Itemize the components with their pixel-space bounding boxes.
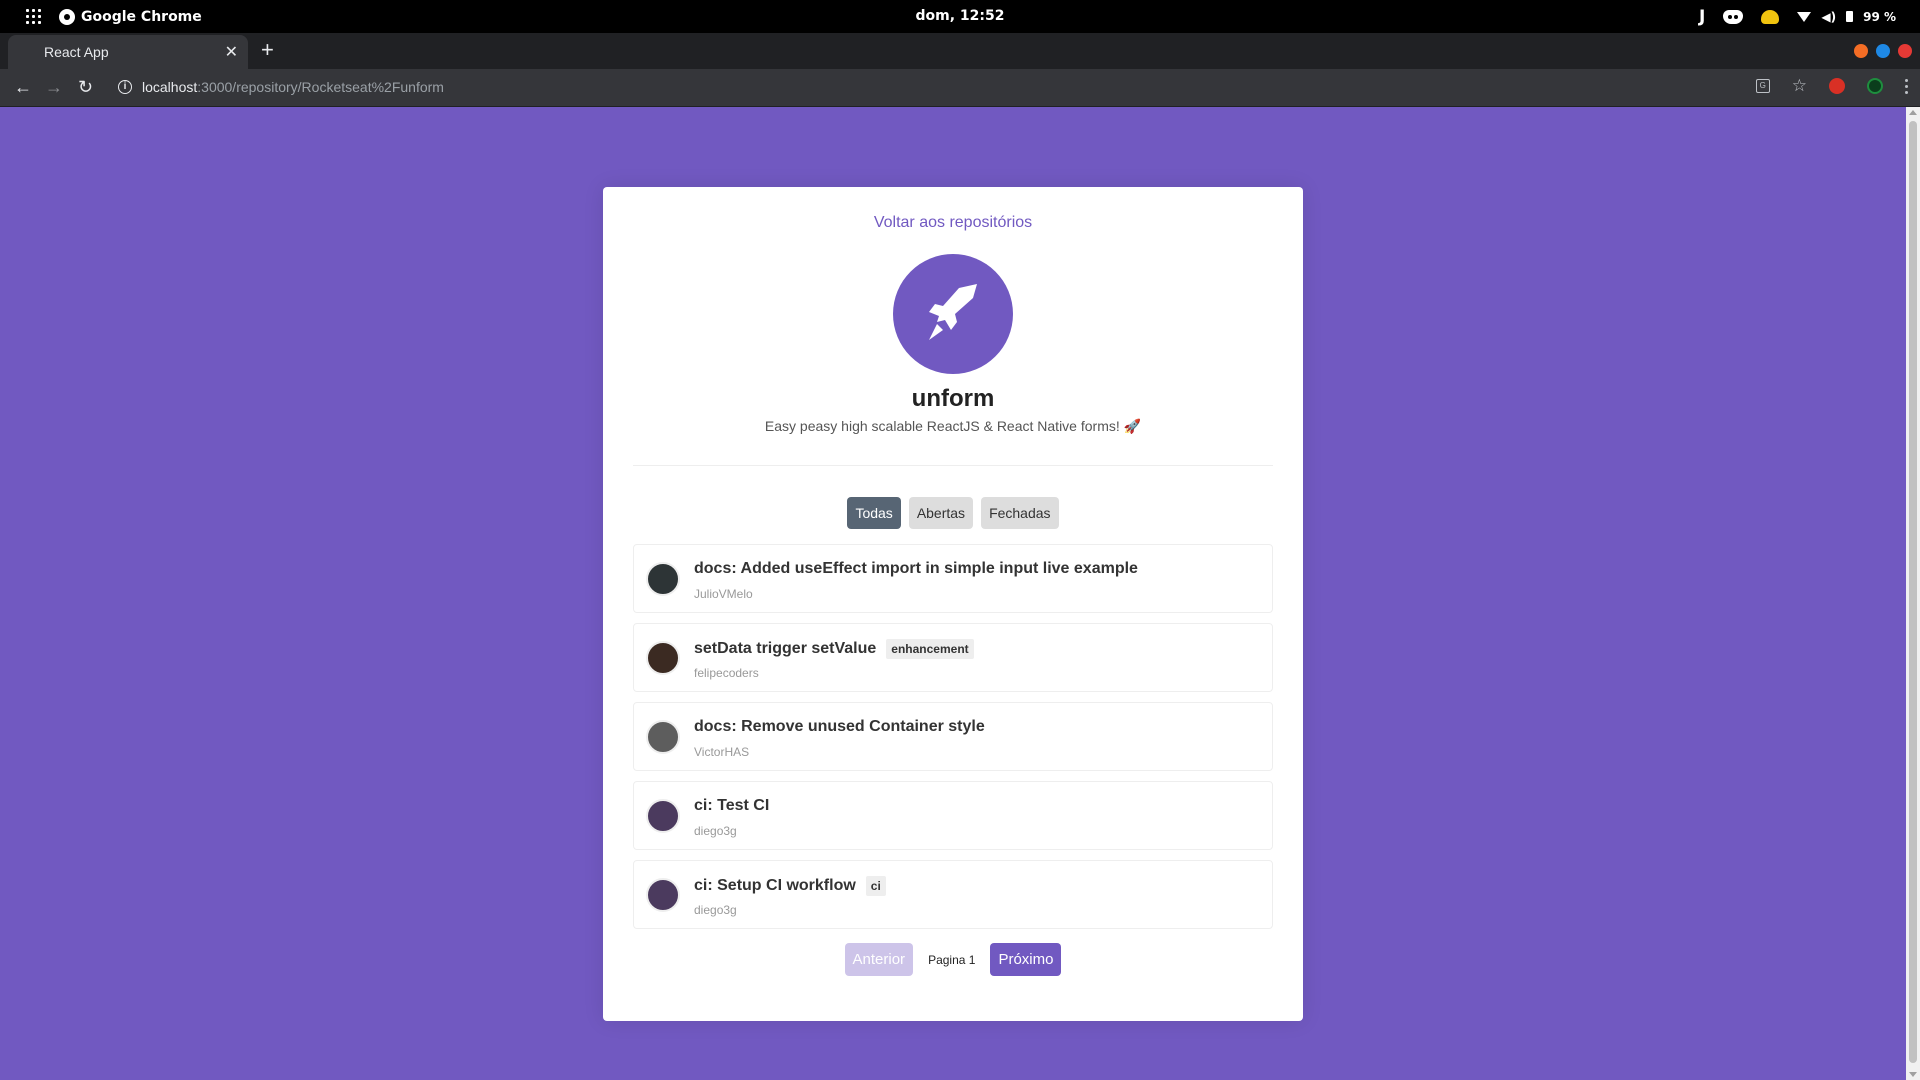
avatar (646, 799, 680, 833)
window-controls (1854, 44, 1912, 58)
list-item: setData trigger setValue enhancement fel… (633, 623, 1273, 692)
issue-author: felipecoders (694, 666, 759, 680)
avatar (646, 720, 680, 754)
system-tray: J ◀) 99 % (1699, 6, 1896, 27)
system-top-bar: Google Chrome dom, 12:52 J ◀) 99 % (0, 0, 1920, 33)
forward-arrow-icon[interactable]: → (45, 77, 63, 97)
list-item: docs: Remove unused Container style Vict… (633, 702, 1273, 771)
avatar (646, 562, 680, 596)
issue-filters: Todas Abertas Fechadas (603, 497, 1303, 529)
minimize-button[interactable] (1854, 44, 1868, 58)
volume-icon: ◀) (1821, 9, 1837, 24)
issue-author: JulioVMelo (694, 587, 753, 601)
status-menu[interactable]: ◀) 99 % (1797, 10, 1896, 24)
jetbrains-toolbox-icon[interactable]: J (1699, 7, 1705, 27)
filter-fechadas-button[interactable]: Fechadas (981, 497, 1059, 529)
close-window-button[interactable] (1898, 44, 1912, 58)
translate-icon[interactable]: G (1755, 79, 1770, 93)
scrollbar-thumb[interactable] (1909, 121, 1917, 1063)
rocket-icon (929, 284, 977, 340)
issue-author: diego3g (694, 824, 737, 838)
reload-icon[interactable]: ↻ (78, 77, 93, 97)
close-tab-icon[interactable]: ✕ (225, 42, 238, 62)
browser-toolbar: ← → ↻ i localhost:3000/repository/Rocket… (0, 69, 1920, 107)
discord-icon[interactable] (1723, 9, 1744, 24)
chrome-menu-icon[interactable] (1905, 78, 1908, 94)
issue-list: docs: Added useEffect import in simple i… (633, 544, 1273, 939)
repo-owner-avatar (893, 254, 1013, 374)
tab-strip: React App ✕ + (0, 33, 1920, 69)
site-info-icon[interactable]: i (118, 80, 132, 94)
issue-title-link[interactable]: setData trigger setValue (694, 640, 876, 658)
tray-app-icon[interactable] (1761, 9, 1780, 24)
avatar (646, 641, 680, 675)
url-path: :3000/repository/Rocketseat%2Funform (197, 79, 444, 95)
back-arrow-icon[interactable]: ← (14, 77, 32, 97)
list-item: ci: Setup CI workflow ci diego3g (633, 860, 1273, 929)
page-scrollbar[interactable] (1906, 107, 1920, 1080)
clock[interactable]: dom, 12:52 (0, 8, 1920, 24)
scroll-up-icon[interactable] (1909, 110, 1917, 115)
list-item: ci: Test CI diego3g (633, 781, 1273, 850)
filter-todas-button[interactable]: Todas (847, 497, 901, 529)
issue-author: diego3g (694, 903, 737, 917)
battery-level: 99 % (1863, 9, 1896, 24)
address-bar[interactable]: localhost:3000/repository/Rocketseat%2Fu… (142, 79, 444, 95)
repository-card: Voltar aos repositórios unform Easy peas… (603, 187, 1303, 1021)
issue-title-link[interactable]: ci: Setup CI workflow (694, 877, 856, 895)
issue-title-link[interactable]: docs: Added useEffect import in simple i… (694, 560, 1138, 578)
battery-icon (1846, 11, 1854, 22)
divider (633, 465, 1273, 466)
list-item: docs: Added useEffect import in simple i… (633, 544, 1273, 613)
avatar (646, 878, 680, 912)
filter-abertas-button[interactable]: Abertas (908, 497, 974, 529)
page-number: Pagina 1 (928, 952, 976, 967)
extension-icon[interactable] (1829, 78, 1845, 94)
issue-label: enhancement (886, 639, 974, 659)
tab-title: React App (44, 44, 109, 60)
bookmark-star-icon[interactable]: ☆ (1792, 77, 1807, 95)
wifi-icon (1797, 11, 1812, 22)
repo-description: Easy peasy high scalable ReactJS & React… (764, 418, 1142, 434)
issue-title-link[interactable]: docs: Remove unused Container style (694, 718, 985, 736)
browser-tab[interactable]: React App ✕ (8, 35, 248, 69)
url-host: localhost (142, 79, 198, 95)
next-page-button[interactable]: Próximo (990, 943, 1062, 976)
issue-author: VictorHAS (694, 745, 750, 759)
profile-avatar-icon[interactable] (1867, 78, 1883, 94)
new-tab-icon[interactable]: + (261, 38, 274, 62)
maximize-button[interactable] (1876, 44, 1890, 58)
back-to-repositories-link[interactable]: Voltar aos repositórios (603, 214, 1303, 232)
scroll-down-icon[interactable] (1909, 1072, 1917, 1077)
previous-page-button[interactable]: Anterior (844, 943, 914, 976)
issue-title-link[interactable]: ci: Test CI (694, 797, 769, 815)
pagination: Anterior Pagina 1 Próximo (603, 943, 1303, 976)
repo-name: unform (911, 385, 995, 412)
issue-label: ci (865, 876, 886, 896)
